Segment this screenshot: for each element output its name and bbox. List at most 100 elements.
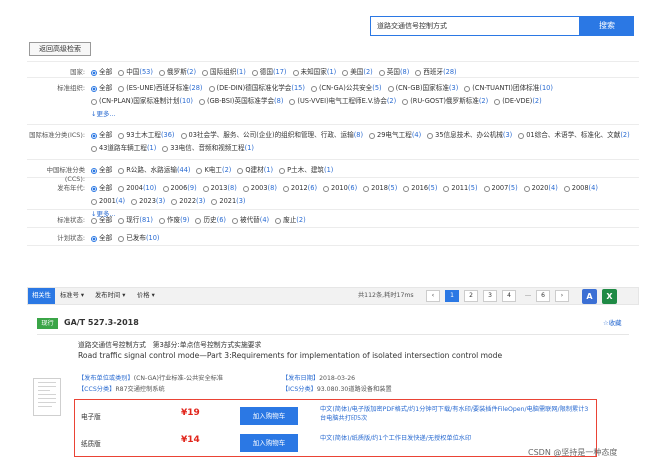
radio-icon[interactable] (118, 185, 125, 192)
radio-icon[interactable] (91, 132, 97, 139)
page-2[interactable]: 2 (464, 290, 478, 302)
filter-option[interactable]: 全部 (91, 232, 112, 245)
filter-option[interactable]: (US-VVEI)电气工程师E.V.协会 (2) (289, 95, 396, 108)
radio-icon[interactable] (195, 217, 202, 224)
filter-option[interactable]: (DE-VDE) (2) (494, 95, 542, 108)
radio-icon[interactable] (91, 235, 97, 242)
back-to-advanced-search-button[interactable]: 返回高级检索 (29, 42, 91, 56)
radio-icon[interactable] (289, 98, 296, 105)
filter-option[interactable]: 全部 (91, 182, 112, 195)
format-description[interactable]: 中文(简体)/电子版加密PDF格式/约1分钟可下载/有水印/要装插件FileOp… (320, 405, 590, 423)
radio-icon[interactable] (402, 98, 409, 105)
radio-icon[interactable] (196, 167, 203, 174)
add-to-cart-button[interactable]: 加入购物车 (240, 434, 298, 452)
radio-icon[interactable] (171, 198, 178, 205)
sort-price[interactable]: 价格 ▾ (133, 288, 159, 304)
radio-icon[interactable] (91, 85, 97, 92)
radio-icon[interactable] (162, 185, 169, 192)
radio-icon[interactable] (131, 198, 138, 205)
filter-option[interactable]: 2013 (8) (202, 182, 237, 195)
radio-icon[interactable] (387, 85, 394, 92)
radio-icon[interactable] (91, 217, 97, 224)
filter-option[interactable]: 2012 (6) (282, 182, 317, 195)
radio-icon[interactable] (158, 69, 165, 76)
radio-icon[interactable] (91, 185, 97, 192)
filter-option[interactable]: 01综合、术语学、标准化、文献 (2) (518, 129, 630, 142)
more-options-link[interactable]: ↓更多... (91, 108, 639, 121)
radio-icon[interactable] (415, 69, 422, 76)
radio-icon[interactable] (158, 217, 165, 224)
radio-icon[interactable] (427, 132, 434, 139)
collect-button[interactable]: ☆收藏 (603, 318, 622, 327)
radio-icon[interactable] (208, 85, 215, 92)
radio-icon[interactable] (342, 69, 349, 76)
filter-option[interactable]: (DE-DIN)德国标准化学会 (15) (208, 82, 305, 95)
radio-icon[interactable] (251, 69, 258, 76)
sort-publish-time[interactable]: 发布时间 ▾ (91, 288, 129, 304)
radio-icon[interactable] (202, 185, 209, 192)
filter-option[interactable]: 2010 (6) (323, 182, 357, 195)
add-to-cart-button[interactable]: 加入购物车 (240, 407, 298, 425)
filter-option[interactable]: (CN-GA)公共安全 (5) (310, 82, 382, 95)
filter-option[interactable]: 全部 (91, 214, 112, 227)
filter-option[interactable]: 2011 (5) (443, 182, 478, 195)
filter-option[interactable]: 2022 (3) (171, 195, 205, 208)
radio-icon[interactable] (91, 145, 97, 152)
filter-option[interactable]: 全部 (91, 82, 112, 95)
radio-icon[interactable] (237, 167, 244, 174)
filter-option[interactable]: 2004 (10) (118, 182, 157, 195)
filter-option[interactable]: 2001 (4) (91, 195, 125, 208)
radio-icon[interactable] (118, 167, 125, 174)
radio-icon[interactable] (443, 185, 450, 192)
radio-icon[interactable] (403, 185, 410, 192)
search-button[interactable]: 搜索 (580, 16, 634, 36)
filter-option[interactable]: (ES-UNE)西班牙标准 (28) (118, 82, 203, 95)
filter-option[interactable]: 2007 (5) (483, 182, 518, 195)
filter-option[interactable]: 43道路车辆工程 (1) (91, 142, 156, 155)
page-6[interactable]: 6 (536, 290, 550, 302)
radio-icon[interactable] (91, 198, 97, 205)
radio-icon[interactable] (180, 132, 187, 139)
filter-option[interactable]: P土木、建筑 (1) (279, 164, 333, 177)
format-description[interactable]: 中文(简体)/纸质版/约1个工作日发快递/无授权单位水印 (320, 434, 590, 443)
sort-standard-number[interactable]: 标准号 ▾ (56, 288, 88, 304)
radio-icon[interactable] (282, 185, 289, 192)
excel-export-icon[interactable]: X (602, 289, 617, 304)
filter-option[interactable]: 2006 (9) (162, 182, 197, 195)
radio-icon[interactable] (118, 132, 125, 139)
filter-option[interactable]: 03社会学、服务、公司(企业)的组织和管理、行政、运输 (8) (180, 129, 363, 142)
filter-option[interactable]: 2018 (5) (363, 182, 397, 195)
filter-option[interactable]: 已发布 (10) (118, 232, 160, 245)
filter-option[interactable]: 93土木工程 (36) (118, 129, 175, 142)
radio-icon[interactable] (91, 69, 97, 76)
radio-icon[interactable] (118, 85, 125, 92)
filter-option[interactable]: 2003 (8) (242, 182, 277, 195)
filter-option[interactable]: 全部 (91, 164, 112, 177)
radio-icon[interactable] (202, 69, 209, 76)
page-prev[interactable]: ‹ (426, 290, 440, 302)
filter-option[interactable]: (GB-BSI)英国标准学会 (8) (199, 95, 283, 108)
search-input[interactable]: 道路交通信号控制方式 (370, 16, 580, 36)
radio-icon[interactable] (518, 132, 525, 139)
radio-icon[interactable] (483, 185, 490, 192)
radio-icon[interactable] (91, 167, 97, 174)
radio-icon[interactable] (242, 185, 249, 192)
filter-option[interactable]: R公路、水路运输 (44) (118, 164, 190, 177)
filter-option[interactable]: (CN-GB)国家标准 (3) (387, 82, 458, 95)
filter-option[interactable]: 29电气工程 (4) (369, 129, 421, 142)
filter-option[interactable]: 被代替 (4) (231, 214, 269, 227)
radio-icon[interactable] (231, 217, 238, 224)
radio-icon[interactable] (378, 69, 385, 76)
radio-icon[interactable] (310, 85, 317, 92)
filter-option[interactable]: 全部 (91, 129, 112, 142)
radio-icon[interactable] (118, 235, 125, 242)
filter-option[interactable]: Q建材 (1) (237, 164, 273, 177)
page-next[interactable]: › (555, 290, 569, 302)
radio-icon[interactable] (211, 198, 218, 205)
page-1[interactable]: 1 (445, 290, 459, 302)
filter-option[interactable]: 2016 (5) (403, 182, 437, 195)
radio-icon[interactable] (118, 217, 125, 224)
radio-icon[interactable] (323, 185, 330, 192)
radio-icon[interactable] (199, 98, 206, 105)
radio-icon[interactable] (523, 185, 530, 192)
